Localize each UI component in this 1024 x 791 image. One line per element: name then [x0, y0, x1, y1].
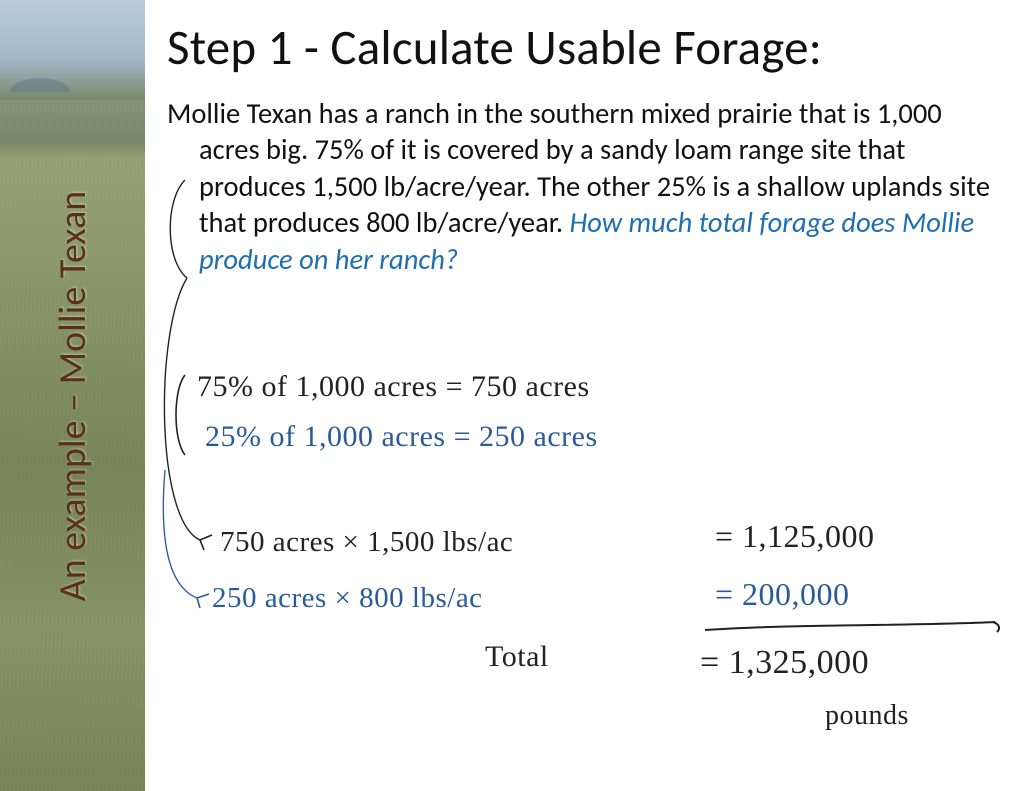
calc-line-3b: = 1,125,000: [715, 518, 875, 555]
calc-line-3a: 750 acres × 1,500 lbs/ac: [220, 526, 513, 559]
calc-line-2: 25% of 1,000 acres = 250 acres: [205, 420, 598, 454]
content-area: Step 1 - Calculate Usable Forage: Mollie…: [145, 0, 1024, 791]
total-unit: pounds: [825, 700, 909, 732]
total-value: = 1,325,000: [700, 644, 869, 682]
calc-line-4b: = 200,000: [715, 576, 850, 613]
sidebar-rotated-label: An example – Mollie Texan: [50, 190, 96, 601]
horizon-mountain: [10, 78, 70, 92]
problem-statement: Mollie Texan has a ranch in the southern…: [167, 96, 997, 278]
slide: An example – Mollie Texan Step 1 - Calcu…: [0, 0, 1024, 791]
sidebar-photo: An example – Mollie Texan: [0, 0, 145, 791]
slide-title: Step 1 - Calculate Usable Forage:: [167, 18, 1018, 78]
calc-line-4a: 250 acres × 800 lbs/ac: [212, 582, 483, 615]
calc-line-1: 75% of 1,000 acres = 750 acres: [197, 370, 590, 404]
total-label: Total: [485, 640, 549, 674]
